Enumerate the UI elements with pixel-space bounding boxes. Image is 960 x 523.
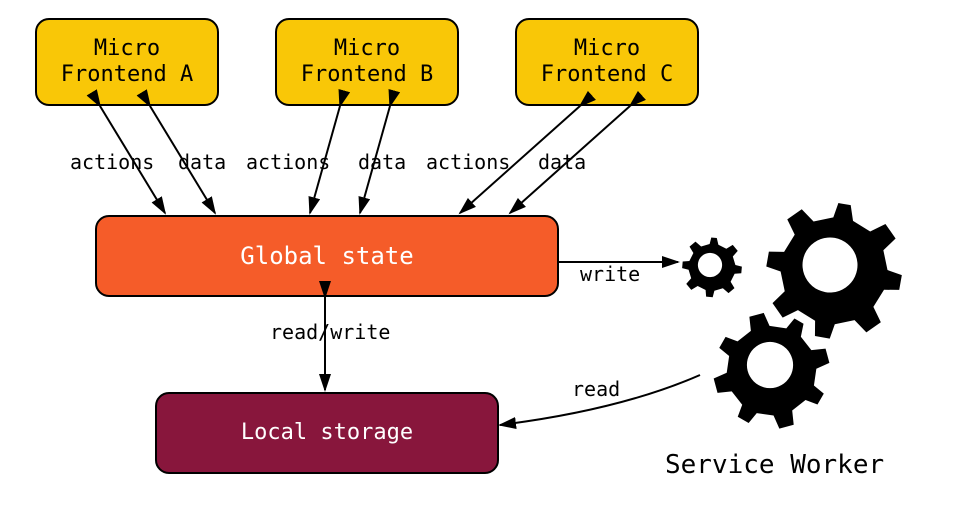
- edge-actions-a: actions: [70, 150, 154, 174]
- micro-frontend-b-label: Micro Frontend B: [301, 36, 433, 89]
- micro-frontend-b: Micro Frontend B: [275, 18, 459, 106]
- service-worker-label: Service Worker: [665, 450, 884, 480]
- edge-read: read: [572, 377, 620, 401]
- edge-data-a: data: [178, 150, 226, 174]
- edge-data-c: data: [538, 150, 586, 174]
- global-state-label: Global state: [240, 242, 413, 271]
- local-storage-label: Local storage: [241, 420, 413, 446]
- edge-write: write: [580, 262, 640, 286]
- edge-data-b: data: [358, 150, 406, 174]
- micro-frontend-a: Micro Frontend A: [35, 18, 219, 106]
- local-storage: Local storage: [155, 392, 499, 474]
- micro-frontend-c: Micro Frontend C: [515, 18, 699, 106]
- edge-actions-b: actions: [246, 150, 330, 174]
- micro-frontend-a-label: Micro Frontend A: [61, 36, 193, 89]
- global-state: Global state: [95, 215, 559, 297]
- micro-frontend-c-label: Micro Frontend C: [541, 36, 673, 89]
- edge-actions-c: actions: [426, 150, 510, 174]
- edge-read-write: read/write: [270, 320, 390, 344]
- gears-icon: [680, 195, 920, 441]
